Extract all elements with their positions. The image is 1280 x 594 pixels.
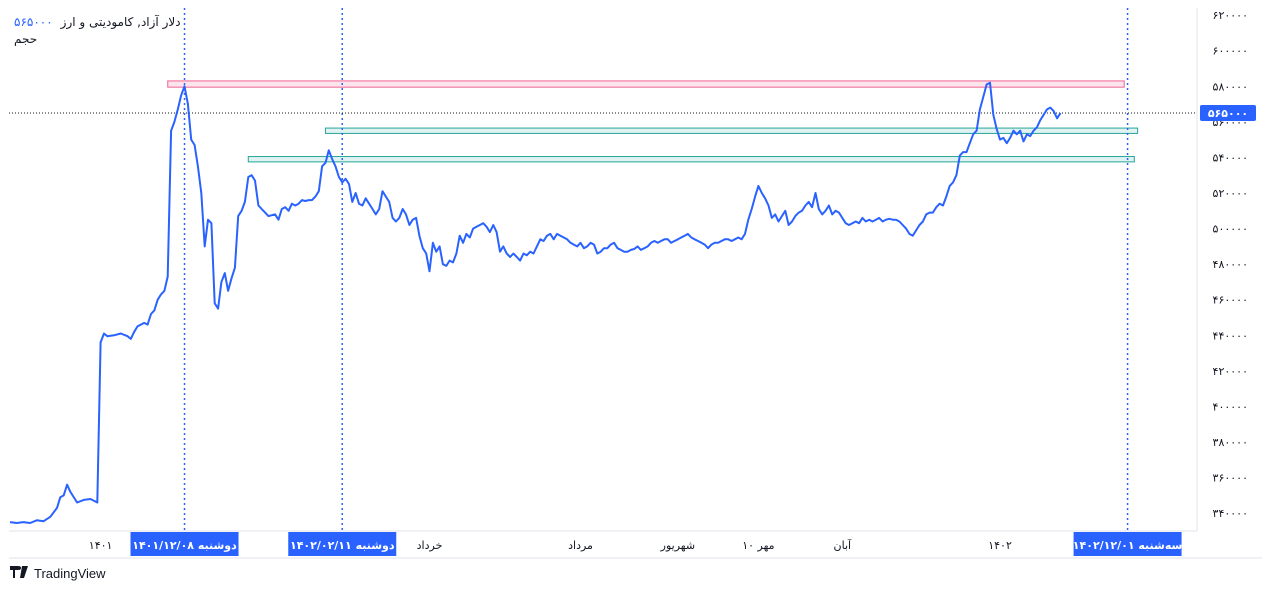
legend-title-row: ۵۶۵۰۰۰ دلار آزاد, کامودیتی و ارز (14, 14, 181, 31)
tradingview-logo-icon (10, 566, 30, 581)
tradingview-brand[interactable]: TradingView (10, 566, 106, 581)
y-tick-label: ۴۶۰۰۰۰ (1213, 294, 1248, 307)
x-tick-label: مرداد (568, 539, 593, 552)
x-tick-label: خرداد (417, 539, 443, 552)
y-axis: ۳۴۰۰۰۰ ۳۶۰۰۰۰ ۳۸۰۰۰۰ ۴۰۰۰۰۰ ۴۲۰۰۰۰ ۴۴۰۰۰۰ ۴۶۰۰… (1213, 9, 1248, 520)
y-tick-label: ۳۶۰۰۰۰ (1213, 472, 1248, 485)
x-tick-label: ۱۴۰۲ (988, 539, 1012, 552)
y-tick-label: ۳۴۰۰۰۰ (1213, 507, 1248, 520)
y-tick-label: ۵۸۰۰۰۰ (1213, 80, 1248, 93)
last-price-badge: ۵۶۵۰۰۰ (1200, 104, 1256, 121)
y-tick-label: ۴۰۰۰۰۰ (1213, 400, 1248, 413)
resistance-level-box (167, 80, 1125, 88)
legend-symbol-title[interactable]: دلار آزاد, کامودیتی و ارز (61, 14, 181, 31)
x-tick-label: ۱۴۰۱ (89, 539, 113, 552)
date-cursor-label: دوشنبه ۱۴۰۲/۰۲/۱۱ (290, 539, 395, 552)
x-tick-label: شهریور (660, 539, 695, 552)
x-tick-label: آبان (834, 538, 852, 552)
y-tick-label: ۳۸۰۰۰۰ (1213, 436, 1248, 449)
price-chart[interactable]: ۳۴۰۰۰۰ ۳۶۰۰۰۰ ۳۸۰۰۰۰ ۴۰۰۰۰۰ ۴۲۰۰۰۰ ۴۴۰۰۰۰ ۴۶۰۰… (0, 0, 1280, 594)
y-tick-label: ۶۲۰۰۰۰ (1213, 9, 1248, 22)
cursor-badges: دوشنبه ۱۴۰۱/۱۲/۰۸ دوشنبه ۱۴۰۲/۰۲/۱۱ سه‌شنب… (130, 532, 1183, 556)
legend-volume[interactable]: حجم (14, 31, 181, 48)
y-tick-label: ۵۲۰۰۰۰ (1213, 187, 1248, 200)
y-tick-label: ۴۴۰۰۰۰ (1213, 329, 1248, 342)
support-level-box (247, 156, 1135, 163)
y-tick-label: ۴۲۰۰۰۰ (1213, 365, 1248, 378)
x-tick-label: ۱۰ مهر (742, 539, 774, 552)
y-tick-label: ۵۴۰۰۰۰ (1213, 151, 1248, 164)
y-tick-label: ۴۸۰۰۰۰ (1213, 258, 1248, 271)
last-price-label: ۵۶۵۰۰۰ (1208, 107, 1248, 120)
legend: ۵۶۵۰۰۰ دلار آزاد, کامودیتی و ارز حجم (14, 14, 181, 48)
brand-name: TradingView (34, 566, 106, 581)
date-cursor-label: دوشنبه ۱۴۰۱/۱۲/۰۸ (132, 539, 237, 552)
legend-last-price: ۵۶۵۰۰۰ (14, 15, 53, 29)
y-tick-label: ۵۰۰۰۰۰ (1213, 223, 1248, 236)
y-tick-label: ۶۰۰۰۰۰ (1213, 45, 1248, 58)
date-cursor-label: سه‌شنبه ۱۴۰۲/۱۲/۰۱ (1073, 539, 1183, 552)
